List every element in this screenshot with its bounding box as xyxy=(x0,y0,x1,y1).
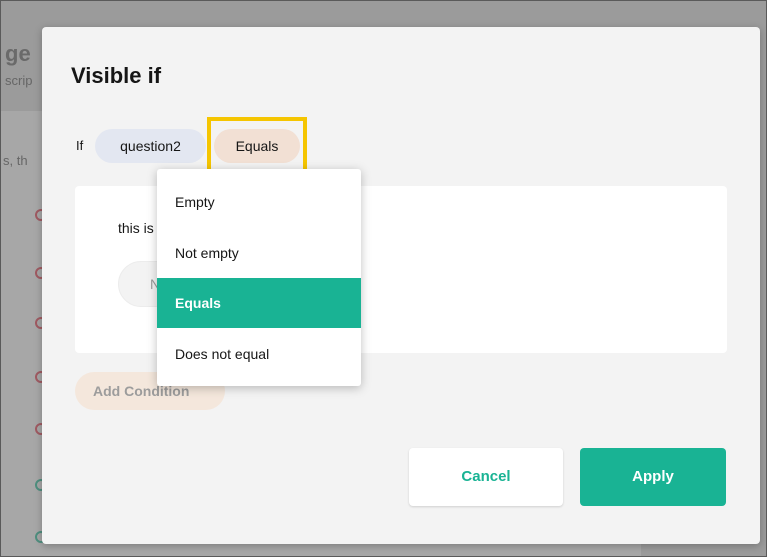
operator-dropdown: Empty Not empty Equals Does not equal xyxy=(157,169,361,386)
visible-if-dialog: Visible if If question2 Equals this is N… xyxy=(42,27,760,544)
dropdown-option-equals[interactable]: Equals xyxy=(157,278,361,328)
background-text: s, th xyxy=(3,153,28,168)
dropdown-option-not-empty[interactable]: Not empty xyxy=(157,228,361,278)
background-subheading: scrip xyxy=(5,73,33,88)
if-label: If xyxy=(76,138,84,153)
screenshot-frame: ge scrip s, th None Visible if If questi… xyxy=(0,0,767,557)
dropdown-option-does-not-equal[interactable]: Does not equal xyxy=(157,329,361,379)
background-heading: ge xyxy=(5,41,31,66)
dialog-title: Visible if xyxy=(71,63,162,88)
cancel-button[interactable]: Cancel xyxy=(409,448,563,506)
apply-button[interactable]: Apply xyxy=(580,448,726,506)
dropdown-option-empty[interactable]: Empty xyxy=(157,177,361,227)
question-selector[interactable]: question2 xyxy=(95,129,206,163)
condition-text: this is xyxy=(118,220,154,236)
